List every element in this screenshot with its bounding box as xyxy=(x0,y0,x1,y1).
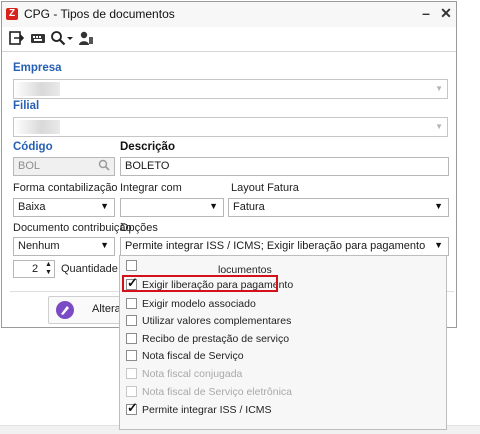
descricao-label: Descrição xyxy=(120,141,175,153)
forma-contabilizacao-label: Forma contabilização xyxy=(13,182,118,194)
option-item[interactable]: Exigir modelo associado xyxy=(126,297,426,313)
option-item[interactable]: Recibo de prestação de serviço xyxy=(126,332,426,348)
layout-fatura-label: Layout Fatura xyxy=(231,182,299,194)
checkbox[interactable] xyxy=(126,298,137,309)
chevron-down-icon: ▼ xyxy=(435,84,443,93)
exit-icon[interactable] xyxy=(8,30,26,48)
minimize-button[interactable]: – xyxy=(417,4,435,22)
opcoes-select[interactable]: Permite integrar ISS / ICMS; Exigir libe… xyxy=(120,237,449,256)
alterar-button[interactable]: Alterar xyxy=(48,296,130,324)
checkbox[interactable] xyxy=(126,333,137,344)
empresa-masked-value xyxy=(14,82,60,96)
quantidade-value: 2 xyxy=(32,263,39,275)
option-label: Nota fiscal de Serviço xyxy=(142,350,244,362)
checkbox[interactable] xyxy=(126,315,137,326)
descricao-value: BOLETO xyxy=(125,160,170,172)
checkbox[interactable] xyxy=(126,260,137,271)
option-label: Utilizar valores complementares xyxy=(142,315,292,327)
empresa-select[interactable]: ▼ xyxy=(13,79,448,99)
option-item[interactable]: Utilizar valores complementares xyxy=(126,314,426,330)
option-item[interactable]: Nota fiscal de Serviço xyxy=(126,349,426,365)
spin-down-icon[interactable]: ▼ xyxy=(45,269,52,277)
option-item[interactable]: ✓ Permite integrar ISS / ICMS xyxy=(126,400,426,419)
forma-contabilizacao-value: Baixa xyxy=(18,201,46,213)
filial-select[interactable]: ▼ xyxy=(13,117,448,137)
opcoes-value: Permite integrar ISS / ICMS; Exigir libe… xyxy=(125,240,426,252)
app-logo-icon: Z xyxy=(6,8,18,20)
layout-fatura-select[interactable]: Fatura ▼ xyxy=(228,198,449,217)
keyboard-icon[interactable] xyxy=(30,30,48,48)
option-item: Nota fiscal de Serviço eletrônica xyxy=(126,385,426,401)
empresa-label: Empresa xyxy=(13,62,62,74)
dropdown-arrow-icon[interactable] xyxy=(66,30,74,48)
checkbox xyxy=(126,386,137,397)
integrar-com-select[interactable]: ▼ xyxy=(120,198,224,217)
checkmark-icon: ✓ xyxy=(127,400,138,415)
option-item[interactable]: locumentos xyxy=(126,259,426,276)
checkbox[interactable]: ✓ xyxy=(126,400,138,415)
filial-label: Filial xyxy=(13,100,40,112)
chevron-down-icon: ▼ xyxy=(100,240,109,250)
chevron-down-icon: ▼ xyxy=(434,201,443,211)
toolbar xyxy=(2,27,456,52)
layout-fatura-value: Fatura xyxy=(233,201,265,213)
filial-masked-value xyxy=(14,120,60,134)
highlight-box xyxy=(122,275,278,292)
descricao-field[interactable]: BOLETO xyxy=(120,157,449,176)
chevron-down-icon: ▼ xyxy=(209,201,218,211)
checkbox xyxy=(126,368,137,379)
forma-contabilizacao-select[interactable]: Baixa ▼ xyxy=(13,198,115,217)
title-bar: Z CPG - Tipos de documentos – ✕ xyxy=(2,2,456,27)
chevron-down-icon: ▼ xyxy=(100,201,109,211)
documento-contribuicao-value: Nenhum xyxy=(18,240,60,252)
chevron-down-icon: ▼ xyxy=(434,240,443,250)
close-button[interactable]: ✕ xyxy=(437,4,455,22)
option-label: Exigir modelo associado xyxy=(142,298,256,310)
user-icon[interactable] xyxy=(78,30,96,48)
edit-icon xyxy=(55,300,75,323)
documento-contribuicao-label: Documento contribuição xyxy=(13,222,132,234)
documento-contribuicao-select[interactable]: Nenhum ▼ xyxy=(13,237,115,256)
option-item: Nota fiscal conjugada xyxy=(126,367,426,383)
option-label: Recibo de prestação de serviço xyxy=(142,333,290,345)
codigo-field: BOL xyxy=(13,157,115,176)
spin-up-icon[interactable]: ▲ xyxy=(45,261,52,269)
codigo-value: BOL xyxy=(18,160,41,172)
option-label: Nota fiscal conjugada xyxy=(142,368,243,380)
option-label: Permite integrar ISS / ICMS xyxy=(142,404,272,416)
chevron-down-icon: ▼ xyxy=(435,122,443,131)
quantidade-spinner[interactable]: 2 ▲ ▼ xyxy=(13,260,55,278)
checkbox[interactable] xyxy=(126,350,137,361)
codigo-label: Código xyxy=(13,141,53,153)
option-label: Nota fiscal de Serviço eletrônica xyxy=(142,386,292,398)
integrar-com-label: Integrar com xyxy=(120,182,182,194)
opcoes-label: Opções xyxy=(120,222,158,234)
window-title: CPG - Tipos de documentos xyxy=(24,7,175,21)
search-icon xyxy=(98,159,110,174)
